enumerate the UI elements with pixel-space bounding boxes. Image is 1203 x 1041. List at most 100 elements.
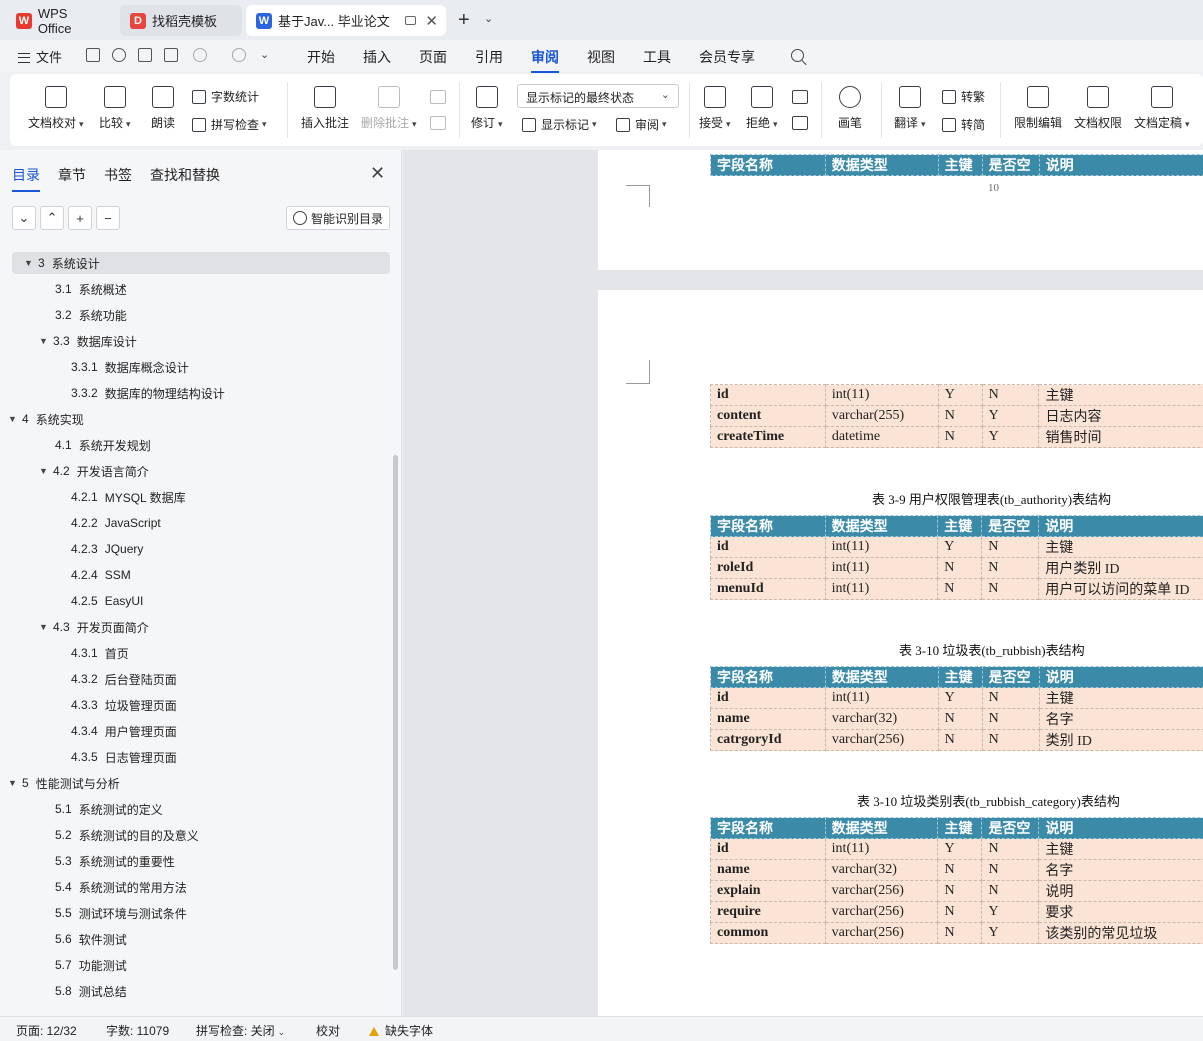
tab-template[interactable]: D 找稻壳模板 (120, 5, 242, 36)
toc-item[interactable]: 4.2.4 SSM (71, 564, 131, 586)
toc-item[interactable]: ▼ 4.3 开发页面简介 (39, 616, 149, 638)
toc-item[interactable]: 3.3.2 数据库的物理结构设计 (71, 382, 225, 404)
menu-reference[interactable]: 引用 (475, 47, 503, 67)
new-tab-icon[interactable]: + (458, 9, 470, 32)
tab-bookmark[interactable]: 书签 (104, 165, 132, 185)
window-icon[interactable] (405, 16, 416, 25)
review-pane-button[interactable]: 审阅 ▾ (616, 116, 667, 133)
restrict-edit-button[interactable]: 限制编辑 (1014, 86, 1062, 131)
expand-arrow-icon[interactable]: ▼ (8, 414, 22, 424)
word-count-button[interactable]: 字数统计 (192, 88, 259, 105)
menu-insert[interactable]: 插入 (363, 47, 391, 67)
search-icon[interactable] (791, 49, 804, 62)
panel-scrollbar[interactable] (393, 455, 398, 970)
toc-item[interactable]: 5.7 功能测试 (55, 954, 127, 976)
toc-item[interactable]: 4.1 系统开发规划 (55, 434, 151, 456)
toc-item[interactable]: 5.6 软件测试 (55, 928, 127, 950)
menu-review[interactable]: 审阅 (531, 47, 559, 73)
print-preview-icon[interactable] (164, 48, 178, 62)
pen-button[interactable]: 画笔 (838, 86, 862, 131)
translate-button[interactable]: 翻译 ▾ (894, 86, 926, 131)
toc-item[interactable]: ▼ 3 系统设计 (12, 252, 390, 274)
next-comment-icon[interactable] (430, 116, 446, 130)
toc-item[interactable]: 4.3.1 首页 (71, 642, 129, 664)
toc-item[interactable]: 4.3.3 垃圾管理页面 (71, 694, 177, 716)
save-icon[interactable] (86, 48, 100, 62)
accept-button[interactable]: 接受 ▾ (699, 86, 731, 131)
tab-chapter[interactable]: 章节 (58, 165, 86, 185)
to-traditional-button[interactable]: 转繁 (942, 88, 985, 105)
read-aloud-button[interactable]: 朗读 (151, 86, 175, 131)
link-icon[interactable] (112, 48, 126, 62)
toc-item[interactable]: 4.2.5 EasyUI (71, 590, 143, 612)
toc-item[interactable]: ▼ 4 系统实现 (8, 408, 84, 430)
delete-comment-button[interactable]: 删除批注 ▾ (361, 86, 417, 131)
redo-icon[interactable] (232, 48, 246, 62)
markup-state-select[interactable]: 显示标记的最终状态 ⌄ (517, 84, 679, 108)
menu-view[interactable]: 视图 (587, 47, 615, 67)
toc-item[interactable]: 4.3.5 日志管理页面 (71, 746, 177, 768)
expand-arrow-icon[interactable]: ▼ (24, 258, 38, 268)
toc-item[interactable]: 5.5 测试环境与测试条件 (55, 902, 187, 924)
close-panel-icon[interactable]: ✕ (370, 163, 385, 184)
spell-check-status[interactable]: 拼写检查: 关闭 ⌄ (196, 1022, 285, 1039)
expand-arrow-icon[interactable]: ▼ (39, 336, 53, 346)
file-menu[interactable]: 文件 (18, 47, 62, 66)
toc-item[interactable]: 3.3.1 数据库概念设计 (71, 356, 189, 378)
revise-button[interactable]: 修订 ▾ (471, 86, 503, 131)
undo-icon[interactable] (193, 48, 207, 62)
toc-item[interactable]: ▼ 3.3 数据库设计 (39, 330, 137, 352)
word-count[interactable]: 字数: 11079 (106, 1022, 169, 1039)
toc-item[interactable]: 3.2 系统功能 (55, 304, 127, 326)
smart-toc-button[interactable]: 智能识别目录 (286, 206, 390, 230)
toc-item[interactable]: 5.3 系统测试的重要性 (55, 850, 175, 872)
toc-item[interactable]: 5.1 系统测试的定义 (55, 798, 163, 820)
chevron-down-icon[interactable]: ⌄ (484, 12, 493, 25)
chevron-down-icon[interactable]: ⌄ (260, 48, 269, 61)
toc-item[interactable]: 3.1 系统概述 (55, 278, 127, 300)
menu-tools[interactable]: 工具 (643, 47, 671, 67)
insert-comment-button[interactable]: 插入批注 (301, 86, 349, 131)
tab-document[interactable]: W 基于Jav... 毕业论文 ✕ (246, 5, 446, 36)
proof-status[interactable]: 校对 (316, 1022, 340, 1039)
reject-button[interactable]: 拒绝 ▾ (746, 86, 778, 131)
toc-item[interactable]: 4.3.2 后台登陆页面 (71, 668, 177, 690)
close-tab-icon[interactable]: ✕ (425, 12, 438, 30)
missing-font-status[interactable]: 缺失字体 (369, 1022, 433, 1039)
next-revision-icon[interactable] (792, 116, 808, 130)
toc-item[interactable]: 5.4 系统测试的常用方法 (55, 876, 187, 898)
compare-button[interactable]: 比较 ▾ (99, 86, 131, 131)
toc-item[interactable]: ▼ 5 性能测试与分析 (8, 772, 120, 794)
to-simplified-button[interactable]: 转简 (942, 116, 985, 133)
show-marks-button[interactable]: 显示标记 ▾ (522, 116, 597, 133)
toc-item[interactable]: 5.8 测试总结 (55, 980, 127, 1002)
expand-down-button[interactable]: ⌄ (12, 206, 36, 230)
remove-heading-button[interactable]: − (96, 206, 120, 230)
toc-item[interactable]: 4.3.4 用户管理页面 (71, 720, 177, 742)
doc-check-button[interactable]: 文档校对 ▾ (28, 86, 84, 131)
tab-wps-office[interactable]: W WPS Office (6, 5, 114, 36)
tab-toc[interactable]: 目录 (12, 165, 40, 192)
expand-arrow-icon[interactable]: ▼ (8, 778, 22, 788)
add-heading-button[interactable]: + (68, 206, 92, 230)
toc-item[interactable]: ▼ 4.2 开发语言简介 (39, 460, 149, 482)
document-canvas[interactable]: 字段名称 数据类型 主键 是否空 说明 10 id int(11) Y N 主键 content v… (403, 150, 1203, 1016)
doc-final-button[interactable]: 文档定稿 ▾ (1134, 86, 1190, 131)
menu-start[interactable]: 开始 (307, 47, 335, 67)
toc-item[interactable]: 4.2.2 JavaScript (71, 512, 161, 534)
spell-check-button[interactable]: 拼写检查 ▾ (192, 116, 267, 133)
toc-item[interactable]: 5.2 系统测试的目的及意义 (55, 824, 199, 846)
doc-rights-button[interactable]: 文档权限 (1074, 86, 1122, 131)
expand-arrow-icon[interactable]: ▼ (39, 466, 53, 476)
page-indicator[interactable]: 页面: 12/32 (16, 1022, 77, 1039)
menu-member[interactable]: 会员专享 (699, 47, 755, 67)
toc-item[interactable]: 4.2.1 MYSQL 数据库 (71, 486, 186, 508)
tab-find-replace[interactable]: 查找和替换 (150, 165, 220, 185)
print-icon[interactable] (138, 48, 152, 62)
previous-comment-icon[interactable] (430, 90, 446, 104)
collapse-up-button[interactable]: ⌃ (40, 206, 64, 230)
previous-revision-icon[interactable] (792, 90, 808, 104)
toc-item[interactable]: 4.2.3 JQuery (71, 538, 143, 560)
expand-arrow-icon[interactable]: ▼ (39, 622, 53, 632)
menu-page[interactable]: 页面 (419, 47, 447, 67)
